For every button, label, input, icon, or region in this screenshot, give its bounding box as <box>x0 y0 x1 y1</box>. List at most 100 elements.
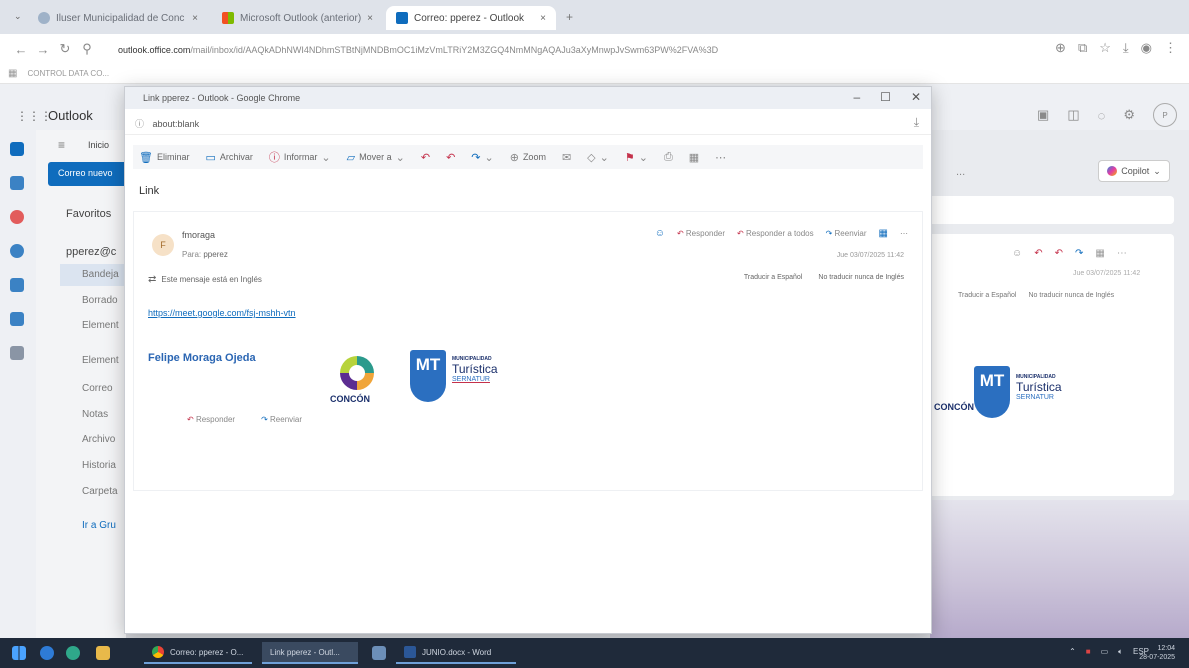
extensions-icon[interactable]: ⊕ <box>1055 40 1066 56</box>
chevron-up-icon[interactable]: ⌃ <box>1069 647 1076 657</box>
emoji-icon[interactable]: ☺ <box>1012 248 1022 259</box>
reply-toolbar-button[interactable]: ↶ <box>421 151 430 164</box>
forward-toolbar-button[interactable]: ↷ ⌄ <box>471 151 493 164</box>
translate-button[interactable]: Traducir a Español <box>744 274 803 281</box>
move-to-button[interactable]: ▱ Mover a ⌄ <box>347 151 405 164</box>
tab-municipalidad[interactable]: Iluser Municipalidad de Conc × <box>28 6 208 30</box>
account-header[interactable]: pperez@c <box>66 246 116 258</box>
url-field[interactable]: outlook.office.com/mail/inbox/id/AAQkADh… <box>118 45 798 55</box>
notes-icon[interactable]: ◫ <box>1067 107 1079 123</box>
security-icon[interactable]: ■ <box>1086 647 1091 657</box>
reply-button[interactable]: ↶ Responder <box>677 229 725 238</box>
tab-inicio[interactable]: Inicio <box>88 140 109 150</box>
bell-icon[interactable]: ◌ <box>1098 108 1106 123</box>
windows-start-icon[interactable] <box>12 646 26 660</box>
sender-avatar[interactable]: F <box>152 234 174 256</box>
tab-correo-outlook[interactable]: Correo: pperez - Outlook × <box>386 6 556 30</box>
delete-button[interactable]: 🗑︎ Eliminar <box>139 151 189 164</box>
back-icon[interactable]: ← <box>10 42 32 57</box>
print-button[interactable]: ⎙ <box>664 151 673 164</box>
folder-junk[interactable]: Correo <box>82 383 113 394</box>
popup-address-bar[interactable]: ⓘ about:blank ⤓ <box>125 109 931 135</box>
site-settings-icon[interactable]: ⚲ <box>76 41 98 57</box>
copilot-rail-icon[interactable] <box>10 210 24 224</box>
folder-archive[interactable]: Archivo <box>82 434 115 445</box>
volume-icon[interactable]: 🔈︎ <box>1118 647 1123 657</box>
close-icon[interactable]: × <box>192 13 198 24</box>
file-explorer-icon[interactable] <box>96 646 110 660</box>
star-icon[interactable]: ☆ <box>1099 40 1111 56</box>
menu-dots-icon[interactable]: ⋮ <box>1164 40 1177 56</box>
network-app-icon[interactable] <box>372 646 386 660</box>
sender-name[interactable]: fmoraga <box>182 230 215 240</box>
grid-view-icon[interactable]: ▦ <box>879 228 888 239</box>
folder-history[interactable]: Historia <box>82 460 116 471</box>
download-icon[interactable]: ⤓ <box>914 115 919 130</box>
maximize-icon[interactable]: ☐ <box>880 90 891 104</box>
download-icon[interactable]: ⤓ <box>1123 40 1129 56</box>
minimize-icon[interactable]: – <box>853 90 860 104</box>
taskbar-app-link[interactable]: Link pperez - Outl... <box>262 642 358 664</box>
close-icon[interactable]: × <box>367 13 373 24</box>
reply-all-icon[interactable]: ↶ <box>1055 248 1063 259</box>
report-button[interactable]: ⓘ Informar ⌄ <box>269 149 331 165</box>
teams-icon[interactable]: ▣ <box>1037 107 1049 123</box>
more-options-icon[interactable]: ... <box>956 166 965 178</box>
apps-icon[interactable] <box>10 346 24 360</box>
favorites-header[interactable]: Favoritos <box>66 208 111 220</box>
tab-outlook-anterior[interactable]: Microsoft Outlook (anterior) × <box>212 6 382 30</box>
folder-notes[interactable]: Notas <box>82 409 108 420</box>
forward-bottom-button[interactable]: ↷ Reenviar <box>261 415 302 424</box>
grid-icon[interactable]: ▦ <box>1095 248 1104 259</box>
info-icon[interactable]: ⓘ <box>135 119 144 129</box>
reply-all-button[interactable]: ↶ Responder a todos <box>737 229 814 238</box>
edge-icon[interactable] <box>66 646 80 660</box>
new-mail-button[interactable]: Correo nuevo <box>48 162 128 186</box>
reply-bottom-button[interactable]: ↶ Responder <box>187 415 235 424</box>
mail-icon[interactable] <box>10 142 24 156</box>
zoom-button[interactable]: ⊕ Zoom <box>510 151 546 164</box>
calendar-icon[interactable] <box>10 176 24 190</box>
meet-link[interactable]: https://meet.google.com/fsj-mshh-vtn <box>148 308 296 318</box>
more-options-button[interactable]: ⋯ <box>715 151 726 164</box>
gear-icon[interactable]: ⚙ <box>1123 107 1135 123</box>
archive-button[interactable]: ▭ Archivar <box>205 151 252 164</box>
todo-icon[interactable] <box>10 278 24 292</box>
categorize-button[interactable]: ◇ ⌄ <box>587 151 609 164</box>
forward-icon[interactable]: ↷ <box>1075 248 1083 259</box>
reload-icon[interactable]: ↻ <box>54 41 76 57</box>
folder-carpeta[interactable]: Carpeta <box>82 486 118 497</box>
recipient-name[interactable]: pperez <box>203 250 227 259</box>
taskbar-app-outlook[interactable]: Correo: pperez - O... <box>144 642 252 664</box>
new-tab-icon[interactable]: + <box>566 10 573 24</box>
translate-button[interactable]: Traducir a Español <box>958 292 1017 299</box>
user-avatar[interactable]: P <box>1153 103 1177 127</box>
more-options-icon[interactable]: ⋯ <box>1117 248 1127 259</box>
taskbar-app-word[interactable]: JUNIO.docx - Word <box>396 642 516 664</box>
immersive-reader-button[interactable]: ▦ <box>689 151 699 164</box>
folder-inbox[interactable]: Bandeja <box>82 269 119 280</box>
cortana-icon[interactable] <box>40 646 54 660</box>
screen-cast-icon[interactable]: ⧉ <box>1078 40 1087 56</box>
apps-grid-icon[interactable]: ▦ <box>8 68 17 79</box>
org-explorer-icon[interactable] <box>10 312 24 326</box>
clock[interactable]: 12:04 28-07-2025 <box>1139 644 1175 662</box>
tab-search-icon[interactable]: ⌄ <box>14 11 22 22</box>
forward-icon[interactable]: → <box>32 42 54 57</box>
forward-button[interactable]: ↷ Reenviar <box>826 229 867 238</box>
folder-deleted[interactable]: Element <box>82 355 119 366</box>
folder-sent[interactable]: Element <box>82 320 119 331</box>
go-to-groups-link[interactable]: Ir a Gru <box>82 520 116 531</box>
mark-read-button[interactable]: ✉ <box>562 151 571 164</box>
emoji-reaction-icon[interactable]: ☺ <box>655 228 665 239</box>
copilot-button[interactable]: Copilot ⌄ <box>1098 160 1170 182</box>
never-translate-button[interactable]: No traducir nunca de Inglés <box>818 274 904 281</box>
profile-icon[interactable]: ◉ <box>1141 40 1152 56</box>
folder-drafts[interactable]: Borrado <box>82 295 118 306</box>
bookmark-control-data[interactable]: CONTROL DATA CO... <box>27 69 109 78</box>
more-options-icon[interactable]: ⋯ <box>900 229 908 238</box>
hamburger-icon[interactable]: ≡ <box>58 138 65 152</box>
close-icon[interactable]: ✕ <box>911 90 921 104</box>
never-translate-button[interactable]: No traducir nunca de Inglés <box>1029 292 1115 299</box>
network-icon[interactable]: ▭ <box>1101 647 1109 657</box>
